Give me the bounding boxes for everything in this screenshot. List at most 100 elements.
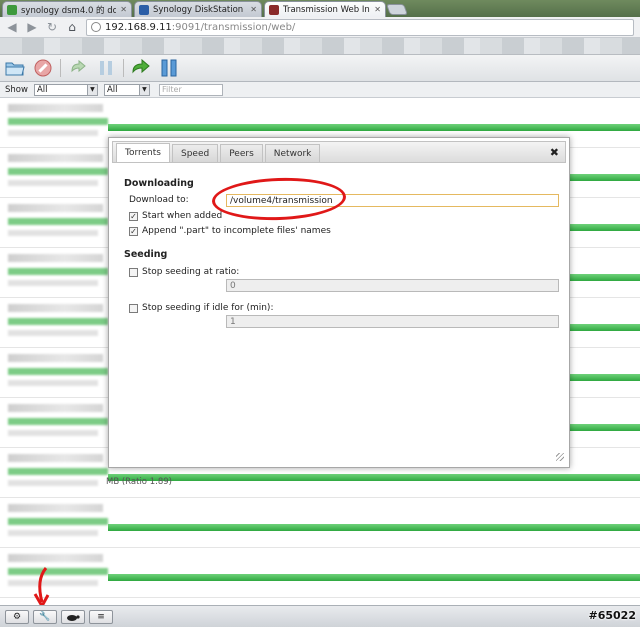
stop-ratio-label: Stop seeding at ratio: <box>142 267 240 277</box>
tab-close-icon[interactable]: ✕ <box>250 5 257 14</box>
browser-tab-2[interactable]: Synology DiskStation - SU ✕ <box>134 1 262 17</box>
site-favicon-icon <box>7 4 17 15</box>
torrent-info-blurred <box>8 530 98 536</box>
torrent-name-blurred <box>8 254 103 262</box>
pause-all-icon[interactable] <box>158 57 180 79</box>
back-arrow-icon[interactable]: ◀ <box>4 19 20 35</box>
torrent-progress-blurred <box>8 518 108 525</box>
filter-search-input[interactable]: Filter <box>158 83 223 96</box>
tracker-filter-select[interactable]: All ▼ <box>103 83 150 96</box>
remove-torrent-icon[interactable] <box>32 57 54 79</box>
settings-gear-icon[interactable]: ⚙ <box>5 609 29 624</box>
tab-label: Synology DiskStation - SU <box>153 4 246 15</box>
stop-idle-input[interactable]: 1 <box>226 315 559 328</box>
torrent-row[interactable] <box>0 548 640 598</box>
torrent-name-blurred <box>8 404 103 412</box>
tab-torrents[interactable]: Torrents <box>116 143 170 162</box>
browser-tab-3[interactable]: Transmission Web Interfa ✕ <box>264 1 386 17</box>
preferences-wrench-icon[interactable]: 🔧 <box>33 609 57 624</box>
torrent-row[interactable] <box>0 498 640 548</box>
tab-close-icon[interactable]: ✕ <box>120 5 127 14</box>
torrent-progress-blurred <box>8 268 108 275</box>
tab-speed[interactable]: Speed <box>171 144 219 162</box>
forward-arrow-icon[interactable]: ▶ <box>24 19 40 35</box>
dialog-tab-bar: Torrents Speed Peers Network ✖ <box>112 141 566 163</box>
torrent-progress-blurred <box>8 418 108 425</box>
torrent-info-blurred <box>8 430 98 436</box>
red-annotation-arrow-icon <box>33 567 50 608</box>
append-part-checkbox[interactable]: ✓ <box>129 227 138 236</box>
transmission-favicon-icon <box>269 4 279 15</box>
show-label: Show <box>5 84 28 95</box>
tab-network[interactable]: Network <box>264 144 321 162</box>
torrent-info-blurred <box>8 180 98 186</box>
pause-torrent-icon[interactable] <box>95 57 117 79</box>
tracker-filter-value: All <box>106 84 118 95</box>
close-icon[interactable]: ✖ <box>550 146 559 159</box>
open-torrent-folder-icon[interactable] <box>4 57 26 79</box>
torrent-progress-bar <box>108 574 640 581</box>
torrent-name-blurred <box>8 154 103 162</box>
torrent-progress-bar <box>108 124 640 131</box>
toolbar-separator <box>123 59 124 77</box>
torrent-progress-blurred <box>8 368 108 375</box>
stop-idle-checkbox[interactable] <box>129 304 138 313</box>
downloading-section-title: Downloading <box>124 178 194 189</box>
bottom-toolbar: ⚙ 🔧 ≡ <box>0 605 640 627</box>
resize-handle[interactable] <box>556 453 564 461</box>
watermark-text: #65022 <box>588 609 637 622</box>
dialog-body: Downloading Download to: /volume4/transm… <box>112 163 566 463</box>
compact-view-icon[interactable]: ≡ <box>89 609 113 624</box>
url-host: 192.168.9.11 <box>105 21 172 33</box>
transmission-toolbar <box>0 55 640 82</box>
torrent-name-blurred <box>8 204 103 212</box>
resume-torrent-icon[interactable] <box>67 57 89 79</box>
state-filter-value: All <box>36 84 48 95</box>
torrent-name-blurred <box>8 304 103 312</box>
torrent-name-blurred <box>8 454 103 462</box>
home-icon[interactable]: ⌂ <box>64 19 80 35</box>
stop-idle-label: Stop seeding if idle for (min): <box>142 303 274 313</box>
tab-label: synology dsm4.0 的 down <box>21 5 116 16</box>
start-when-added-checkbox[interactable]: ✓ <box>129 212 138 221</box>
resume-all-icon[interactable] <box>130 57 152 79</box>
stop-ratio-input[interactable]: 0 <box>226 279 559 292</box>
synology-favicon-icon <box>139 4 149 15</box>
torrent-info-blurred <box>8 330 98 336</box>
tab-label: Transmission Web Interfa <box>283 4 370 15</box>
torrent-progress-blurred <box>8 118 108 125</box>
torrent-info-blurred <box>8 480 98 486</box>
filter-bar: Show All ▼ All ▼ Filter <box>0 82 640 98</box>
state-filter-select[interactable]: All ▼ <box>33 83 98 96</box>
url-input[interactable]: 192.168.9.11:9091/transmission/web/ <box>86 18 634 36</box>
torrent-progress-blurred <box>8 168 108 175</box>
bookmarks-bar <box>0 38 640 55</box>
turtle-mode-icon[interactable] <box>61 609 85 624</box>
browser-tab-strip: synology dsm4.0 的 down ✕ Synology DiskSt… <box>0 0 640 17</box>
page-info-icon <box>91 22 101 32</box>
preferences-dialog: Torrents Speed Peers Network ✖ Downloadi… <box>108 137 570 468</box>
torrent-name-blurred <box>8 104 103 112</box>
chevron-down-icon: ▼ <box>86 84 97 95</box>
browser-tab-1[interactable]: synology dsm4.0 的 down ✕ <box>2 1 132 17</box>
torrent-ratio-text: MB (Ratio 1.89) <box>106 477 172 487</box>
chevron-down-icon: ▼ <box>138 84 149 95</box>
torrent-name-blurred <box>8 554 103 562</box>
reload-icon[interactable]: ↻ <box>44 19 60 35</box>
torrent-info-blurred <box>8 380 98 386</box>
start-when-added-label: Start when added <box>142 211 223 221</box>
url-path: :9091/transmission/web/ <box>171 21 296 33</box>
stop-ratio-checkbox[interactable] <box>129 268 138 277</box>
new-tab-button[interactable] <box>385 4 409 15</box>
append-part-label: Append ".part" to incomplete files' name… <box>142 226 331 236</box>
tab-close-icon[interactable]: ✕ <box>374 5 381 14</box>
torrent-progress-blurred <box>8 218 108 225</box>
torrent-info-blurred <box>8 280 98 286</box>
torrent-progress-bar <box>108 524 640 531</box>
toolbar-separator <box>60 59 61 77</box>
tab-peers[interactable]: Peers <box>220 144 263 162</box>
address-bar-row: ◀ ▶ ↻ ⌂ 192.168.9.11:9091/transmission/w… <box>0 17 640 38</box>
torrent-progress-blurred <box>8 568 108 575</box>
torrent-info-blurred <box>8 230 98 236</box>
torrent-progress-bar <box>108 474 640 481</box>
